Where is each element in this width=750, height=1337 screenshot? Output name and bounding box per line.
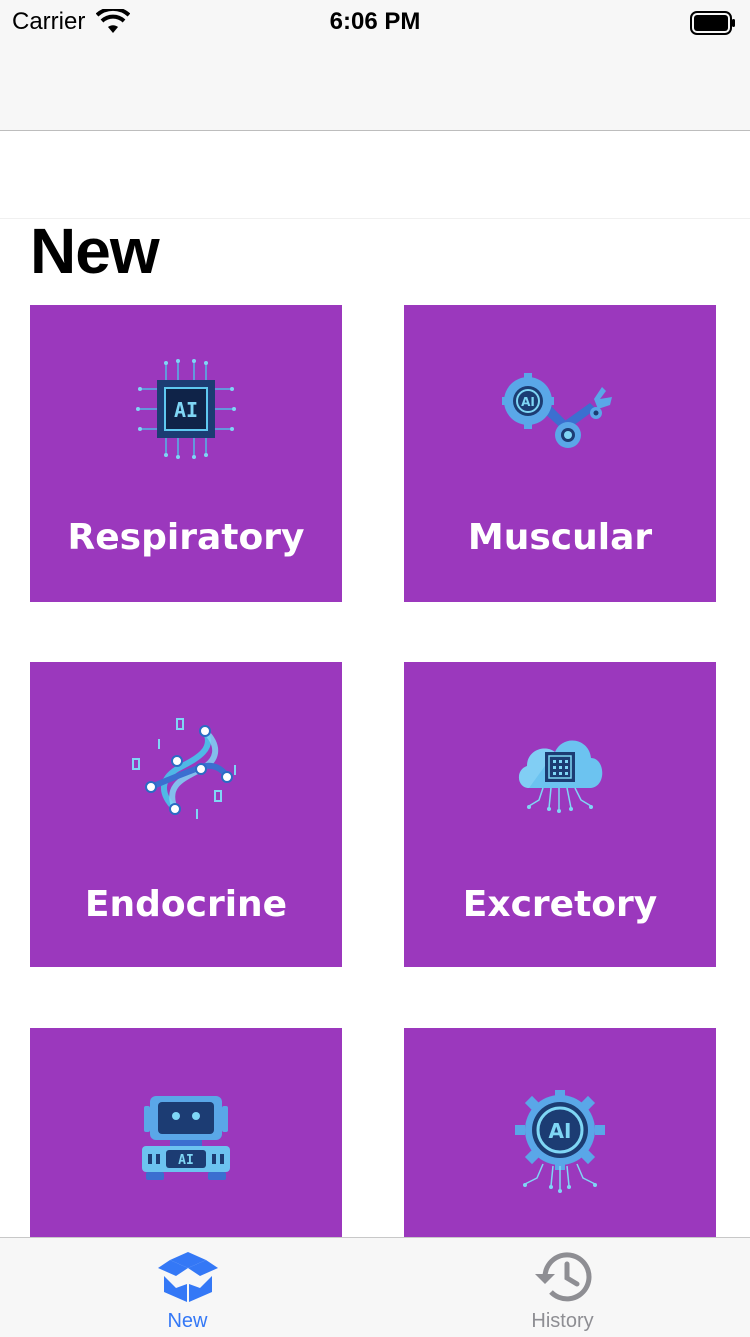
card-robot[interactable]: AI	[30, 1028, 342, 1237]
tab-bar: New History	[0, 1237, 750, 1337]
card-respiratory[interactable]: AI Respiratory	[30, 305, 342, 602]
card-excretory[interactable]: Excretory	[404, 662, 716, 967]
tab-new[interactable]: New	[0, 1238, 375, 1337]
card-label: Respiratory	[67, 517, 305, 558]
ai-gear-icon: AI	[515, 1090, 605, 1199]
card-muscular[interactable]: AI Muscular	[404, 305, 716, 602]
svg-text:AI: AI	[178, 1153, 194, 1168]
card-endocrine[interactable]: Endocrine	[30, 662, 342, 967]
svg-text:AI: AI	[549, 1119, 572, 1143]
card-label: Excretory	[462, 884, 658, 925]
ai-chip-icon: AI	[136, 359, 236, 464]
card-label: Endocrine	[84, 884, 288, 925]
dna-icon	[131, 717, 241, 826]
tab-label-history: History	[531, 1310, 594, 1332]
tab-history[interactable]: History	[375, 1238, 750, 1337]
category-grid: AI Respiratory AI Muscular Endocrine Exc…	[0, 0, 750, 1336]
svg-text:AI: AI	[174, 398, 198, 422]
cloud-chip-icon	[515, 730, 605, 825]
card-ai-gear[interactable]: AI	[404, 1028, 716, 1237]
svg-text:AI: AI	[521, 395, 535, 409]
history-icon	[531, 1250, 595, 1309]
robotic-arm-gears-icon: AI	[502, 373, 618, 462]
box-icon	[156, 1250, 220, 1309]
robot-icon: AI	[140, 1094, 232, 1187]
card-label: Muscular	[467, 517, 653, 558]
tab-label-new: New	[167, 1310, 208, 1332]
